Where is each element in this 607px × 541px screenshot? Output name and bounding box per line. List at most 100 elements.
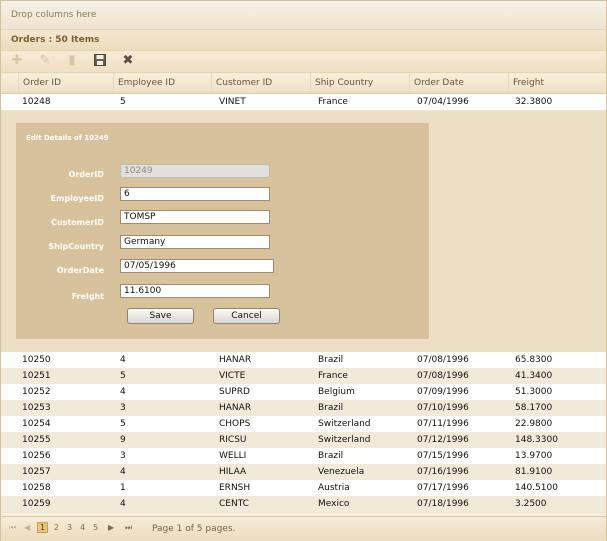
- table-row[interactable]: 10248 5 VINET France 07/04/1996 32.3800: [1, 94, 606, 111]
- column-header-employee-id[interactable]: Employee ID: [113, 73, 211, 93]
- cancel-button[interactable]: Cancel: [213, 308, 280, 324]
- page-link[interactable]: 3: [67, 523, 72, 532]
- cell-ship-country: Switzerland: [318, 435, 371, 445]
- freight-label: Freight: [71, 292, 104, 301]
- cell-employee-id: 5: [120, 419, 126, 429]
- save-icon[interactable]: [93, 54, 107, 68]
- cell-customer-id: WELLI: [219, 451, 247, 461]
- cell-order-id: 10257: [22, 467, 51, 477]
- cell-order-id: 10259: [22, 499, 51, 509]
- column-header-order-date[interactable]: Order Date: [409, 73, 508, 93]
- group-drop-zone[interactable]: Drop columns here: [1, 1, 606, 30]
- page-link[interactable]: 4: [80, 523, 85, 532]
- table-row[interactable]: 10258 1 ERNSH Austria 07/17/1996 140.5100: [1, 480, 606, 497]
- cell-ship-country: Switzerland: [318, 419, 371, 429]
- cancel-icon[interactable]: ✖: [121, 54, 135, 68]
- grid-header: Order ID Employee ID Customer ID Ship Co…: [1, 73, 606, 94]
- cell-ship-country: Brazil: [318, 451, 344, 461]
- cell-freight: 140.5100: [515, 483, 558, 493]
- column-header-customer-id[interactable]: Customer ID: [211, 73, 310, 93]
- cell-employee-id: 4: [120, 499, 126, 509]
- add-icon[interactable]: ✚: [10, 54, 24, 68]
- next-page-icon[interactable]: ▶: [108, 523, 114, 532]
- cell-order-date: 07/18/1996: [417, 499, 469, 509]
- cell-employee-id: 9: [120, 435, 126, 445]
- page-link[interactable]: 5: [93, 523, 98, 532]
- table-row[interactable]: 10255 9 RICSU Switzerland 07/12/1996 148.3300: [1, 432, 606, 449]
- cell-employee-id: 5: [120, 371, 126, 381]
- table-row[interactable]: 10256 3 WELLI Brazil 07/15/1996 13.9700: [1, 448, 606, 465]
- cell-order-date: 07/17/1996: [417, 483, 469, 493]
- cell-order-id: 10254: [22, 419, 51, 429]
- edit-form-title: Edit Details of 10249: [26, 134, 109, 142]
- cell-ship-country: France: [318, 371, 348, 381]
- table-row[interactable]: 10254 5 CHOPS Switzerland 07/11/1996 22.9800: [1, 416, 606, 433]
- cell-employee-id: 4: [120, 387, 126, 397]
- table-row[interactable]: 10257 4 HILAA Venezuela 07/16/1996 81.9100: [1, 464, 606, 481]
- table-row[interactable]: 10250 4 HANAR Brazil 07/08/1996 65.8300: [1, 352, 606, 369]
- cell-ship-country: France: [318, 97, 348, 107]
- cell-customer-id: ERNSH: [219, 483, 251, 493]
- cell-freight: 148.3300: [515, 435, 558, 445]
- grid-toolbar: ✚ ✎ ▮ ✖: [1, 51, 606, 73]
- cell-freight: 81.9100: [515, 467, 553, 477]
- cell-freight: 3.2500: [515, 499, 547, 509]
- cell-order-id: 10250: [22, 355, 51, 365]
- prev-page-icon[interactable]: ◀: [24, 523, 30, 532]
- cell-freight: 58.1700: [515, 403, 553, 413]
- pager: ⏮ ◀ 1 2 3 4 5 ▶ ⏭ Page 1 of 5 pages.: [1, 516, 606, 541]
- table-row[interactable]: 10259 4 CENTC Mexico 07/18/1996 3.2500: [1, 496, 606, 513]
- cell-order-date: 07/12/1996: [417, 435, 469, 445]
- cell-customer-id: CHOPS: [219, 419, 251, 429]
- cell-order-id: 10251: [22, 371, 51, 381]
- cell-customer-id: RICSU: [219, 435, 247, 445]
- cell-customer-id: CENTC: [219, 499, 249, 509]
- cell-customer-id: SUPRD: [219, 387, 250, 397]
- column-header-freight[interactable]: Freight: [508, 73, 606, 93]
- cell-freight: 13.9700: [515, 451, 553, 461]
- page-link[interactable]: 2: [54, 523, 59, 532]
- save-button[interactable]: Save: [127, 308, 194, 324]
- cell-ship-country: Mexico: [318, 499, 350, 509]
- cell-employee-id: 5: [120, 97, 126, 107]
- cell-freight: 41.3400: [515, 371, 553, 381]
- column-header-ship-country[interactable]: Ship Country: [310, 73, 409, 93]
- cell-order-date: 07/08/1996: [417, 355, 469, 365]
- employee-id-label: EmployeeID: [50, 194, 104, 203]
- cell-employee-id: 4: [120, 355, 126, 365]
- table-row[interactable]: 10251 5 VICTE France 07/08/1996 41.3400: [1, 368, 606, 385]
- order-date-field[interactable]: 07/05/1996: [120, 259, 274, 273]
- page-info: Page 1 of 5 pages.: [152, 524, 236, 534]
- cell-order-date: 07/04/1996: [417, 97, 469, 107]
- first-page-icon[interactable]: ⏮: [9, 523, 16, 533]
- order-id-field: 10249: [120, 164, 270, 178]
- customer-id-field[interactable]: TOMSP: [120, 210, 270, 224]
- cell-order-date: 07/16/1996: [417, 467, 469, 477]
- cell-order-date: 07/15/1996: [417, 451, 469, 461]
- cell-order-date: 07/11/1996: [417, 419, 469, 429]
- cell-order-id: 10248: [22, 97, 51, 107]
- grid-title: Orders : 50 Items: [11, 35, 100, 45]
- ship-country-field[interactable]: Germany: [120, 235, 270, 249]
- group-drop-text: Drop columns here: [11, 10, 97, 20]
- edit-form-row: Edit Details of 10249 OrderID 10249 Empl…: [1, 111, 606, 352]
- cell-order-id: 10253: [22, 403, 51, 413]
- edit-icon[interactable]: ✎: [38, 54, 52, 68]
- table-row[interactable]: 10252 4 SUPRD Belgium 07/09/1996 51.3000: [1, 384, 606, 401]
- cell-ship-country: Austria: [318, 483, 350, 493]
- page-link-current[interactable]: 1: [37, 522, 49, 533]
- table-row[interactable]: 10253 3 HANAR Brazil 07/10/1996 58.1700: [1, 400, 606, 417]
- orders-grid: Drop columns here Orders : 50 Items ✚ ✎ …: [0, 0, 607, 541]
- grid-title-bar: Orders : 50 Items: [1, 30, 606, 51]
- cell-customer-id: HANAR: [219, 355, 252, 365]
- cell-ship-country: Venezuela: [318, 467, 365, 477]
- employee-id-field[interactable]: 6: [120, 187, 270, 201]
- freight-field[interactable]: 11.6100: [120, 284, 270, 298]
- delete-icon[interactable]: ▮: [65, 54, 79, 68]
- cell-order-id: 10258: [22, 483, 51, 493]
- column-header-order-id[interactable]: Order ID: [18, 73, 113, 93]
- last-page-icon[interactable]: ⏭: [125, 523, 132, 533]
- cell-employee-id: 4: [120, 467, 126, 477]
- order-id-label: OrderID: [68, 170, 104, 179]
- cell-freight: 32.3800: [515, 97, 553, 107]
